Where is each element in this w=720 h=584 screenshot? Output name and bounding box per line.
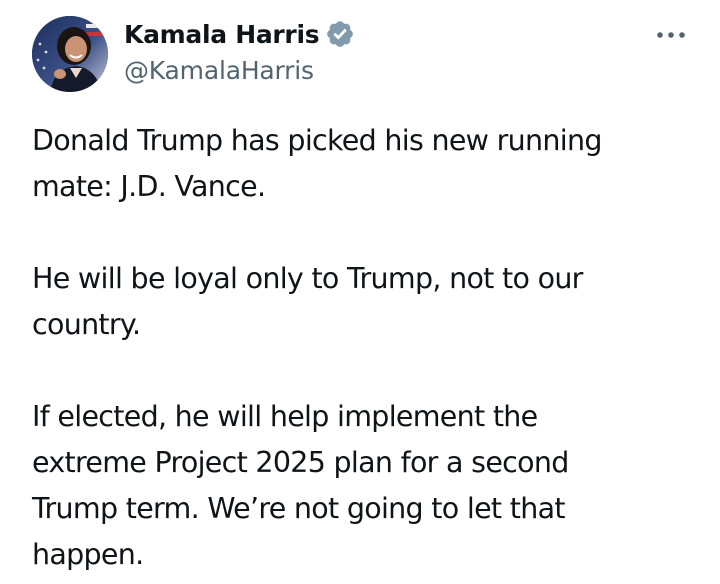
profile-photo <box>32 16 108 92</box>
tweet-line: He will be loyal only to Trump, not to o… <box>32 262 583 295</box>
tweet-paragraph: He will be loyal only to Trump, not to o… <box>32 256 682 348</box>
author-name[interactable]: Kamala Harris <box>124 20 320 49</box>
tweet: Kamala Harris @KamalaHarris Donald Trump… <box>0 0 720 584</box>
tweet-line: If elected, he will help implement the <box>32 400 538 433</box>
tweet-line: Donald Trump has picked his new running <box>32 124 602 157</box>
tweet-line: Trump term. We’re not going to let that <box>32 492 566 525</box>
tweet-text: Donald Trump has picked his new running … <box>32 118 682 578</box>
more-options-button[interactable] <box>654 24 688 46</box>
tweet-line: extreme Project 2025 plan for a second <box>32 446 569 479</box>
author-handle[interactable]: @KamalaHarris <box>124 56 355 85</box>
tweet-line: mate: J.D. Vance. <box>32 170 266 203</box>
tweet-paragraph: If elected, he will help implement the e… <box>32 394 682 578</box>
avatar[interactable] <box>32 16 108 92</box>
author-info: Kamala Harris @KamalaHarris <box>124 16 355 85</box>
verified-badge-icon[interactable] <box>325 19 355 49</box>
author-name-row: Kamala Harris <box>124 16 355 52</box>
tweet-paragraph: Donald Trump has picked his new running … <box>32 118 682 210</box>
tweet-line: country. <box>32 308 141 341</box>
tweet-line: happen. <box>32 538 144 571</box>
more-options-icon <box>657 32 685 38</box>
